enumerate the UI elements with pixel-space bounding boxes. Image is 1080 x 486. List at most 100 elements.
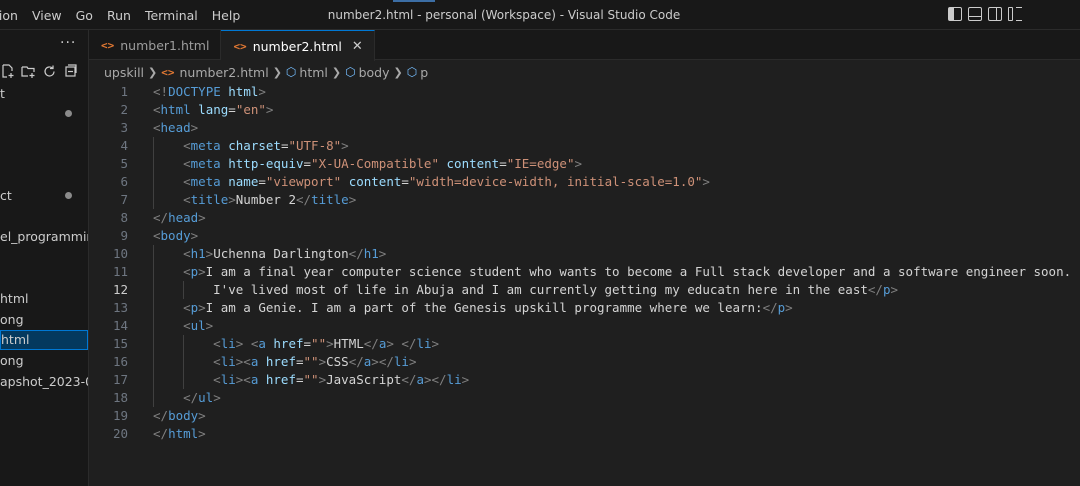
html-file-icon: <> xyxy=(233,39,247,53)
indent-guide xyxy=(183,281,185,299)
line-number: 13 xyxy=(112,300,128,315)
code-text: <meta charset="UTF-8"> xyxy=(183,138,349,153)
html-file-icon: <> xyxy=(101,38,115,52)
code-editor[interactable]: 1 <!DOCTYPE html> 2 <html lang="en"> 3 <head>… xyxy=(89,83,1080,486)
code-text: <body> xyxy=(153,228,199,243)
explorer-item[interactable]: el_programming xyxy=(0,227,88,247)
breadcrumb-file[interactable]: number2.html xyxy=(180,65,269,80)
toggle-secondary-sidebar-icon[interactable] xyxy=(988,7,1002,21)
explorer-sidebar: ··· tctel_programminghtmlonghtmlongapsho… xyxy=(0,30,89,486)
line-number: 8 xyxy=(120,210,128,225)
indent-guide xyxy=(183,353,185,371)
explorer-item[interactable]: ong xyxy=(0,351,88,371)
code-line[interactable]: 17 <li><a href="">JavaScript</a></li> xyxy=(89,371,1080,389)
line-number: 1 xyxy=(120,84,128,99)
code-line[interactable]: 1 <!DOCTYPE html> xyxy=(89,83,1080,101)
line-number: 7 xyxy=(120,192,128,207)
more-actions-icon[interactable]: ··· xyxy=(60,35,76,51)
indent-guide xyxy=(153,317,154,335)
indent-guide xyxy=(153,245,154,263)
code-line[interactable]: 8 </head> xyxy=(89,209,1080,227)
line-number: 19 xyxy=(112,408,128,423)
toggle-panel-icon[interactable] xyxy=(968,7,982,21)
code-text: I've lived most of life in Abuja and I a… xyxy=(213,282,899,297)
code-line[interactable]: 5 <meta http-equiv="X-UA-Compatible" cont… xyxy=(89,155,1080,173)
chevron-right-icon: ❯ xyxy=(331,65,342,79)
code-line[interactable]: 14 <ul> xyxy=(89,317,1080,335)
refresh-icon[interactable] xyxy=(42,64,57,79)
indent-guide xyxy=(153,281,154,299)
explorer-actions xyxy=(0,64,78,79)
new-file-icon[interactable] xyxy=(0,64,15,79)
code-text: </html> xyxy=(153,426,206,441)
code-text: </body> xyxy=(153,408,206,423)
breadcrumb-html[interactable]: html xyxy=(299,65,327,80)
code-text: <head> xyxy=(153,120,199,135)
breadcrumb-p[interactable]: p xyxy=(420,65,428,80)
code-text: <meta http-equiv="X-UA-Compatible" conte… xyxy=(183,156,582,171)
line-number: 11 xyxy=(112,264,128,279)
tab-number1[interactable]: <> number1.html xyxy=(89,30,222,60)
indent-guide xyxy=(153,299,154,317)
code-line[interactable]: 13 <p>I am a Genie. I am a part of the Ge… xyxy=(89,299,1080,317)
customize-layout-icon[interactable] xyxy=(1008,7,1022,21)
code-line[interactable]: 15 <li> <a href="">HTML</a> </li> xyxy=(89,335,1080,353)
code-line[interactable]: 3 <head> xyxy=(89,119,1080,137)
code-text: <!DOCTYPE html> xyxy=(153,84,266,99)
code-text: <title>Number 2</title> xyxy=(183,192,357,207)
line-number: 12 xyxy=(112,282,128,297)
code-line[interactable]: 6 <meta name="viewport" content="width=de… xyxy=(89,173,1080,191)
indent-guide xyxy=(153,353,154,371)
breadcrumb-folder[interactable]: upskill xyxy=(104,65,144,80)
code-line[interactable]: 20 </html> xyxy=(89,425,1080,443)
code-text: <li> <a href="">HTML</a> </li> xyxy=(213,336,440,351)
tab-number2[interactable]: <> number2.html ✕ xyxy=(221,30,375,61)
tab-label: number1.html xyxy=(120,37,210,53)
new-folder-icon[interactable] xyxy=(21,64,36,79)
modified-dot-icon xyxy=(65,192,72,199)
indent-guide xyxy=(153,263,154,281)
indent-guide xyxy=(183,371,185,389)
explorer-item[interactable]: apshot_2023-0... xyxy=(0,372,88,392)
code-line[interactable]: 4 <meta charset="UTF-8"> xyxy=(89,137,1080,155)
explorer-item[interactable]: ong xyxy=(0,310,88,330)
explorer-item[interactable]: html xyxy=(0,289,88,309)
indent-guide xyxy=(153,335,154,353)
symbol-element-icon: ⬡ xyxy=(345,65,356,79)
line-number: 6 xyxy=(120,174,128,189)
chevron-right-icon: ❯ xyxy=(393,65,403,79)
code-line[interactable]: 10 <h1>Uchenna Darlington</h1> xyxy=(89,245,1080,263)
code-line[interactable]: 9 <body> xyxy=(89,227,1080,245)
code-line[interactable]: 2 <html lang="en"> xyxy=(89,101,1080,119)
explorer-item[interactable]: ct xyxy=(0,186,88,206)
code-text: </ul> xyxy=(183,390,221,405)
close-icon[interactable]: ✕ xyxy=(352,39,363,54)
line-number: 9 xyxy=(120,228,128,243)
code-line[interactable]: 18 </ul> xyxy=(89,389,1080,407)
code-line[interactable]: 12 I've lived most of life in Abuja and I… xyxy=(89,281,1080,299)
chevron-right-icon: ❯ xyxy=(148,65,158,79)
code-line[interactable]: 7 <title>Number 2</title> xyxy=(89,191,1080,209)
code-line[interactable]: 16 <li><a href="">CSS</a></li> xyxy=(89,353,1080,371)
code-line[interactable]: 19 </body> xyxy=(89,407,1080,425)
line-number: 2 xyxy=(120,102,128,117)
collapse-all-icon[interactable] xyxy=(63,64,78,79)
indent-guide xyxy=(153,137,154,155)
indent-guide xyxy=(153,371,154,389)
code-line[interactable]: 11 <p>I am a final year computer science … xyxy=(89,263,1080,281)
code-text: <meta name="viewport" content="width=dev… xyxy=(183,174,710,189)
code-text: <ul> xyxy=(183,318,214,333)
symbol-element-icon: ⬡ xyxy=(406,65,418,79)
explorer-item[interactable]: html xyxy=(0,330,88,350)
modified-dot-icon xyxy=(65,110,72,117)
symbol-element-icon: ⬡ xyxy=(285,65,297,79)
line-number: 17 xyxy=(112,372,128,387)
line-number: 4 xyxy=(120,138,128,153)
code-text: <p>I am a Genie. I am a part of the Gene… xyxy=(183,300,793,315)
indent-guide xyxy=(153,389,154,407)
breadcrumb-body[interactable]: body xyxy=(359,65,390,80)
explorer-item[interactable] xyxy=(0,104,88,124)
explorer-item[interactable]: t xyxy=(0,84,88,104)
editor-tabs: <> number1.html <> number2.html ✕ xyxy=(89,30,1080,61)
toggle-primary-sidebar-icon[interactable] xyxy=(948,7,962,21)
